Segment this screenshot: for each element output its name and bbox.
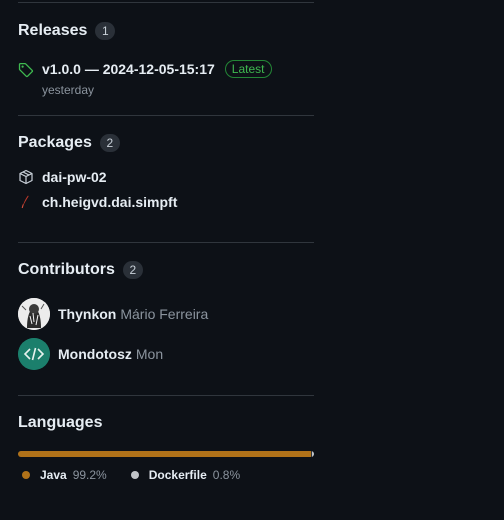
contributor-full-name: Mon [135, 346, 164, 362]
language-name: Dockerfile [148, 468, 207, 482]
contributor-item[interactable]: Mondotosz Mon [18, 338, 314, 370]
contributors-title-link[interactable]: Contributors [18, 261, 115, 279]
latest-badge: Latest [224, 60, 272, 78]
language-bar-segment-java [18, 451, 311, 457]
contributor-login-link[interactable]: Thynkon [58, 306, 116, 322]
divider [18, 242, 314, 243]
language-color-dot [130, 471, 139, 479]
package-item[interactable]: dai-pw-02 [18, 169, 314, 185]
language-percent: 0.8% [212, 468, 241, 482]
package-link[interactable]: ch.heigvd.dai.simpft [42, 194, 177, 210]
language-bar-segment-dockerfile [311, 451, 314, 457]
packages-count-badge: 2 [99, 134, 120, 152]
release-item: v1.0.0 — 2024-12-05-15:17 Latest yesterd… [18, 60, 314, 97]
divider [18, 115, 314, 116]
language-item-dockerfile[interactable]: Dockerfile 0.8% [130, 468, 241, 482]
code-icon [18, 338, 50, 370]
package-link[interactable]: dai-pw-02 [42, 169, 107, 185]
languages-header: Languages [18, 414, 314, 432]
package-icon [18, 169, 34, 185]
contributors-count-badge: 2 [122, 261, 143, 279]
release-date: yesterday [42, 83, 95, 97]
tag-icon [18, 62, 34, 78]
language-item-java[interactable]: Java 99.2% [22, 468, 107, 482]
divider [18, 395, 314, 396]
languages-title: Languages [18, 414, 103, 431]
contributor-item[interactable]: Thynkon Mário Ferreira [18, 298, 314, 330]
contributor-login-link[interactable]: Mondotosz [58, 346, 132, 362]
languages-section: Languages Java 99.2% Dockerfile 0.8% [18, 414, 314, 482]
maven-feather-icon [18, 194, 34, 210]
language-name: Java [40, 468, 67, 482]
language-percent: 99.2% [72, 468, 107, 482]
divider [18, 2, 314, 3]
language-list: Java 99.2% Dockerfile 0.8% [18, 468, 314, 482]
contributors-section: Contributors 2 Thynkon Mário Ferreira Mo… [18, 261, 314, 370]
releases-header: Releases 1 [18, 22, 314, 40]
language-bar [18, 451, 314, 457]
release-name-link[interactable]: v1.0.0 — 2024-12-05-15:17 [42, 61, 215, 77]
contributor-full-name: Mário Ferreira [120, 306, 209, 322]
contributors-header: Contributors 2 [18, 261, 314, 279]
releases-title-link[interactable]: Releases [18, 22, 87, 40]
packages-section: Packages 2 dai-pw-02 ch.heigvd.dai.simpf… [18, 134, 314, 210]
language-color-dot [22, 471, 30, 479]
packages-title-link[interactable]: Packages [18, 134, 92, 152]
avatar[interactable] [18, 298, 50, 330]
packages-header: Packages 2 [18, 134, 314, 152]
package-item[interactable]: ch.heigvd.dai.simpft [18, 194, 314, 210]
releases-section: Releases 1 v1.0.0 — 2024-12-05-15:17 Lat… [18, 22, 314, 97]
releases-count-badge: 1 [95, 22, 116, 40]
avatar[interactable] [18, 338, 50, 370]
